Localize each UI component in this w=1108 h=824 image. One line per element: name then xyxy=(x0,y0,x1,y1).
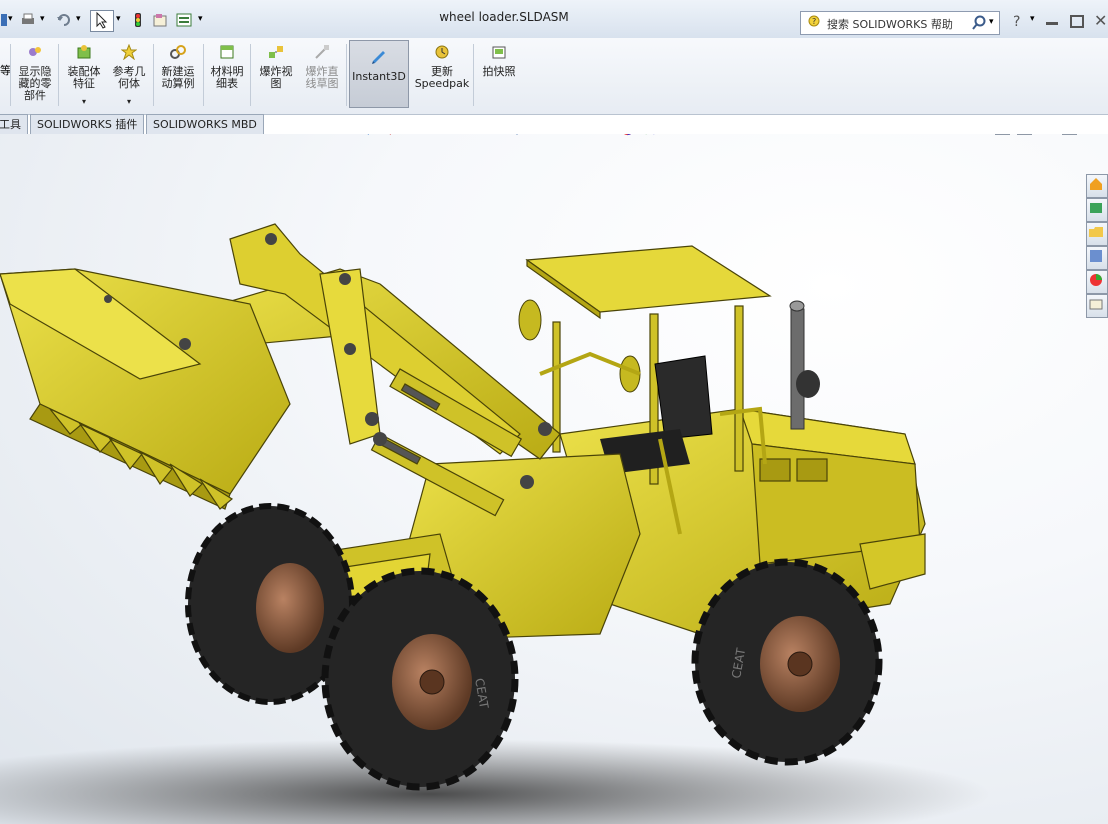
help-bulb-icon: ? xyxy=(808,15,820,27)
reference-geometry-icon xyxy=(120,43,138,61)
explode-line-icon xyxy=(315,45,329,59)
button-label: 更新 Speedpak xyxy=(414,65,470,90)
rear-right-wheel: CEAT xyxy=(691,558,883,766)
separator xyxy=(58,44,59,106)
show-hidden-icon xyxy=(29,47,41,56)
separator xyxy=(250,44,251,106)
button-label: 装配体 特征 xyxy=(67,65,101,90)
dropdown-icon[interactable]: ▾ xyxy=(1030,14,1035,24)
separator xyxy=(153,44,154,106)
wheel-loader-model[interactable]: CEAT CEAT xyxy=(0,134,1108,824)
take-snapshot-button[interactable]: 拍快照 xyxy=(476,44,522,78)
graphics-area[interactable]: ▾ ▾ ▾ ▾ ▾ ▾ ✕ xyxy=(0,134,1108,824)
svg-text:?: ? xyxy=(1013,14,1020,28)
tab-tools[interactable]: 工具 xyxy=(0,114,28,135)
tab-solidworks-addins[interactable]: SOLIDWORKS 插件 xyxy=(30,114,145,135)
dropdown-icon[interactable]: ▾ xyxy=(108,96,150,108)
search-icon[interactable] xyxy=(971,15,987,31)
help-search-input[interactable]: 搜索 SOLIDWORKS 帮助 xyxy=(827,16,953,32)
bucket xyxy=(0,268,291,510)
camera-icon xyxy=(492,46,506,59)
assembly-features-button[interactable]: 装配体 特征 ▾ xyxy=(62,44,106,108)
command-manager: 等 显示隐 藏的零 部件 装配体 特征 ▾ 参考几 何体 ▾ 新建运 动算例 材… xyxy=(0,38,1108,115)
separator xyxy=(473,44,474,106)
help-icon[interactable]: ? xyxy=(1010,12,1026,28)
separator xyxy=(10,44,11,106)
help-search-box[interactable]: ? 搜索 SOLIDWORKS 帮助 ▾ xyxy=(800,11,1000,35)
ground-shadow xyxy=(0,739,990,824)
dropdown-icon[interactable]: ▾ xyxy=(989,17,994,27)
instant3d-icon xyxy=(372,51,385,64)
assembly-feature-icon xyxy=(77,45,91,59)
update-speedpak-button[interactable]: 更新 Speedpak xyxy=(414,44,470,90)
button-label: 爆炸视 图 xyxy=(259,65,293,90)
separator xyxy=(203,44,204,106)
button-label: 显示隐 藏的零 部件 xyxy=(18,65,52,102)
button-label: 新建运 动算例 xyxy=(161,65,195,90)
button-label: 材料明 细表 xyxy=(210,65,244,90)
new-motion-study-button[interactable]: 新建运 动算例 xyxy=(156,44,200,90)
exhaust-pipe xyxy=(789,300,820,430)
bom-icon xyxy=(220,45,234,59)
bill-of-materials-button[interactable]: 材料明 细表 xyxy=(206,44,248,90)
speedpak-icon xyxy=(435,45,449,59)
explode-line-sketch-button[interactable]: 爆炸直 线草图 xyxy=(300,44,344,90)
minimize-icon[interactable] xyxy=(1046,22,1058,25)
exploded-view-icon xyxy=(269,46,283,58)
exploded-view-button[interactable]: 爆炸视 图 xyxy=(254,44,298,90)
button-label: 参考几 何体 xyxy=(112,65,146,90)
button-label: 拍快照 xyxy=(482,65,516,78)
show-hidden-components-button[interactable]: 显示隐 藏的零 部件 xyxy=(14,44,56,102)
title-bar: ▾ ▾ ▾ ▾ ▾ wheel loader.SLDASM ? 搜索 SOLID… xyxy=(0,0,1108,39)
svg-text:?: ? xyxy=(812,17,816,26)
front-right-wheel: CEAT xyxy=(321,567,519,791)
side-mirror xyxy=(518,299,641,393)
reference-geometry-button[interactable]: 参考几 何体 ▾ xyxy=(108,43,150,108)
separator xyxy=(346,44,347,106)
button-label: Instant3D xyxy=(352,70,406,83)
tab-solidworks-mbd[interactable]: SOLIDWORKS MBD xyxy=(146,114,264,135)
motion-study-icon xyxy=(170,45,186,59)
dropdown-icon[interactable]: ▾ xyxy=(62,96,106,108)
instant3d-button[interactable]: Instant3D xyxy=(349,40,409,108)
button-label: 爆炸直 线草图 xyxy=(305,65,339,90)
maximize-icon[interactable] xyxy=(1070,15,1084,28)
close-icon[interactable]: ✕ xyxy=(1094,11,1107,30)
